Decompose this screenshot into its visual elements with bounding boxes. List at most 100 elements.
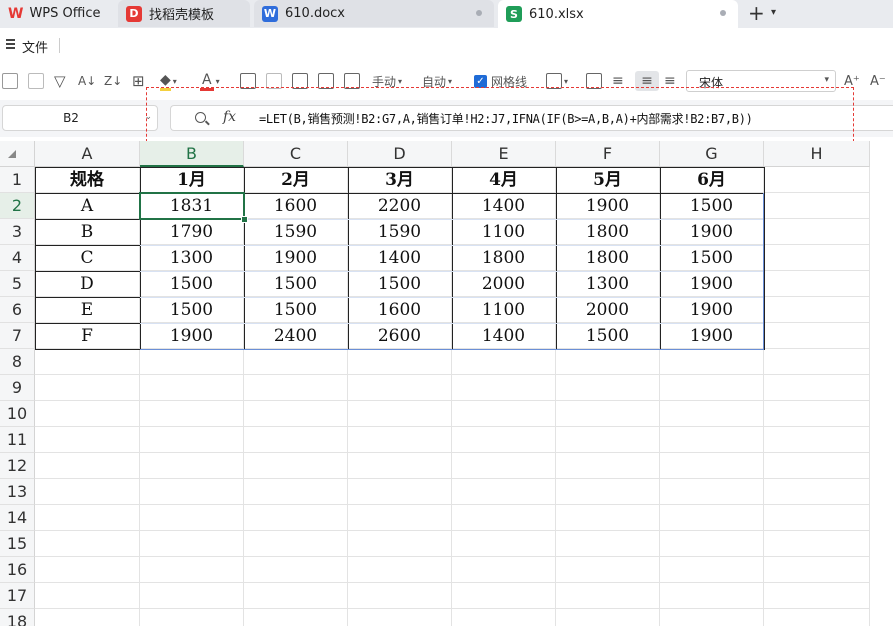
cell-d10[interactable] bbox=[348, 401, 452, 427]
paste-button[interactable] bbox=[28, 71, 44, 91]
cell-a8[interactable] bbox=[35, 349, 140, 375]
row-header-7[interactable]: 7 bbox=[0, 323, 35, 349]
cell-d9[interactable] bbox=[348, 375, 452, 401]
cell-f18[interactable] bbox=[556, 609, 660, 626]
cell-c17[interactable] bbox=[244, 583, 348, 609]
cell-d4[interactable]: 1400 bbox=[348, 245, 452, 271]
cell-c9[interactable] bbox=[244, 375, 348, 401]
cell-d12[interactable] bbox=[348, 453, 452, 479]
close-icon[interactable] bbox=[720, 10, 726, 16]
cell-b7[interactable]: 1900 bbox=[140, 323, 244, 349]
cell-a4[interactable]: C bbox=[35, 245, 140, 271]
cell-f7[interactable]: 1500 bbox=[556, 323, 660, 349]
cell-c3[interactable]: 1590 bbox=[244, 219, 348, 245]
cell-g18[interactable] bbox=[660, 609, 764, 626]
cell-d15[interactable] bbox=[348, 531, 452, 557]
column-header-b[interactable]: B bbox=[140, 141, 244, 167]
cell-b6[interactable]: 1500 bbox=[140, 297, 244, 323]
cell-f12[interactable] bbox=[556, 453, 660, 479]
cell-b9[interactable] bbox=[140, 375, 244, 401]
copy-format-button[interactable] bbox=[2, 71, 18, 91]
sort-ascending-button[interactable]: A↓ bbox=[78, 71, 96, 91]
cell-h14[interactable] bbox=[764, 505, 870, 531]
row-header-16[interactable]: 16 bbox=[0, 557, 35, 583]
menu-icon[interactable] bbox=[6, 39, 15, 49]
cell-e16[interactable] bbox=[452, 557, 556, 583]
name-box[interactable]: B2 ⌄ bbox=[2, 105, 158, 131]
new-tab-plus-icon[interactable]: + bbox=[748, 3, 765, 23]
cell-d18[interactable] bbox=[348, 609, 452, 626]
cell-h13[interactable] bbox=[764, 479, 870, 505]
cell-c4[interactable]: 1900 bbox=[244, 245, 348, 271]
row-header-13[interactable]: 13 bbox=[0, 479, 35, 505]
cell-c11[interactable] bbox=[244, 427, 348, 453]
cell-h18[interactable] bbox=[764, 609, 870, 626]
cell-g13[interactable] bbox=[660, 479, 764, 505]
decrease-font-button[interactable]: A⁻ bbox=[870, 71, 886, 91]
cell-f11[interactable] bbox=[556, 427, 660, 453]
cell-g14[interactable] bbox=[660, 505, 764, 531]
cell-c14[interactable] bbox=[244, 505, 348, 531]
row-header-3[interactable]: 3 bbox=[0, 219, 35, 245]
cell-a11[interactable] bbox=[35, 427, 140, 453]
chevron-down-icon[interactable]: ▾ bbox=[771, 7, 776, 18]
cell-b14[interactable] bbox=[140, 505, 244, 531]
cell-a17[interactable] bbox=[35, 583, 140, 609]
cell-a2[interactable]: A bbox=[35, 193, 140, 219]
cell-c6[interactable]: 1500 bbox=[244, 297, 348, 323]
cell-a3[interactable]: B bbox=[35, 219, 140, 245]
cell-g15[interactable] bbox=[660, 531, 764, 557]
cell-c2[interactable]: 1600 bbox=[244, 193, 348, 219]
cell-g12[interactable] bbox=[660, 453, 764, 479]
row-header-11[interactable]: 11 bbox=[0, 427, 35, 453]
cell-h2[interactable] bbox=[764, 193, 870, 219]
cell-a12[interactable] bbox=[35, 453, 140, 479]
cell-h17[interactable] bbox=[764, 583, 870, 609]
cell-h15[interactable] bbox=[764, 531, 870, 557]
borders-button[interactable]: ⊞ bbox=[132, 71, 145, 91]
cell-b13[interactable] bbox=[140, 479, 244, 505]
cell-f5[interactable]: 1300 bbox=[556, 271, 660, 297]
cell-f4[interactable]: 1800 bbox=[556, 245, 660, 271]
cell-c7[interactable]: 2400 bbox=[244, 323, 348, 349]
cell-e4[interactable]: 1800 bbox=[452, 245, 556, 271]
cell-e7[interactable]: 1400 bbox=[452, 323, 556, 349]
cell-e10[interactable] bbox=[452, 401, 556, 427]
column-header-e[interactable]: E bbox=[452, 141, 556, 167]
cell-g16[interactable] bbox=[660, 557, 764, 583]
cell-e13[interactable] bbox=[452, 479, 556, 505]
cell-d1[interactable]: 3月 bbox=[348, 167, 452, 193]
cell-d13[interactable] bbox=[348, 479, 452, 505]
cell-d2[interactable]: 2200 bbox=[348, 193, 452, 219]
cell-b3[interactable]: 1790 bbox=[140, 219, 244, 245]
sort-descending-button[interactable]: Z↓ bbox=[104, 71, 122, 91]
cell-h8[interactable] bbox=[764, 349, 870, 375]
cell-e2[interactable]: 1400 bbox=[452, 193, 556, 219]
cell-f2[interactable]: 1900 bbox=[556, 193, 660, 219]
cell-f17[interactable] bbox=[556, 583, 660, 609]
cell-d14[interactable] bbox=[348, 505, 452, 531]
cell-b5[interactable]: 1500 bbox=[140, 271, 244, 297]
cell-h6[interactable] bbox=[764, 297, 870, 323]
row-header-8[interactable]: 8 bbox=[0, 349, 35, 375]
cell-c15[interactable] bbox=[244, 531, 348, 557]
cell-b1[interactable]: 1月 bbox=[140, 167, 244, 193]
select-all-corner[interactable] bbox=[0, 141, 35, 167]
cell-e8[interactable] bbox=[452, 349, 556, 375]
tab-wps-office[interactable]: W WPS Office bbox=[0, 0, 115, 27]
cell-h1[interactable] bbox=[764, 167, 870, 193]
cell-h3[interactable] bbox=[764, 219, 870, 245]
cell-e17[interactable] bbox=[452, 583, 556, 609]
cell-c16[interactable] bbox=[244, 557, 348, 583]
row-header-14[interactable]: 14 bbox=[0, 505, 35, 531]
spreadsheet-grid[interactable]: ABCDEFGH 1 2 3 4 5 6 7 8 9 10 11 12 13 14 15 16 17 18 规格 1… bbox=[0, 141, 893, 626]
cell-f8[interactable] bbox=[556, 349, 660, 375]
close-icon[interactable] bbox=[476, 10, 482, 16]
cell-d7[interactable]: 2600 bbox=[348, 323, 452, 349]
row-header-6[interactable]: 6 bbox=[0, 297, 35, 323]
cell-b11[interactable] bbox=[140, 427, 244, 453]
cell-e18[interactable] bbox=[452, 609, 556, 626]
cell-e15[interactable] bbox=[452, 531, 556, 557]
tab-610-docx[interactable]: W 610.docx bbox=[254, 0, 494, 27]
row-header-4[interactable]: 4 bbox=[0, 245, 35, 271]
